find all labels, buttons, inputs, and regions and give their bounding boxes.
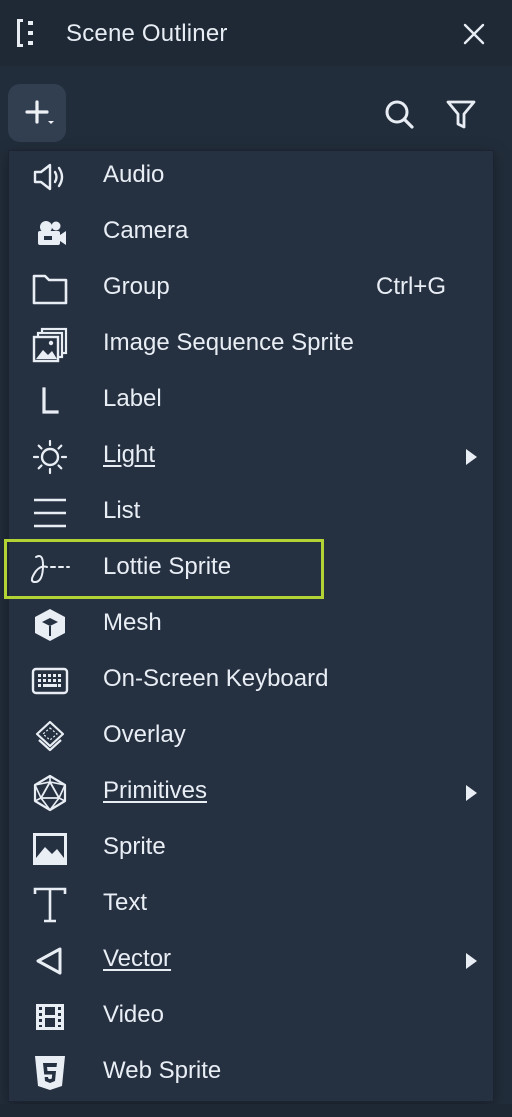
picture-icon [30, 831, 70, 867]
menu-item-label: List [103, 497, 141, 524]
search-icon [385, 100, 414, 129]
menu-item-label: Overlay [103, 721, 186, 748]
menu-item-label: Image Sequence Sprite [103, 329, 354, 356]
menu-item-lottie-sprite[interactable]: Lottie Sprite [8, 541, 492, 597]
menu-item-text[interactable]: Text [8, 877, 492, 933]
menu-item-label: Mesh [103, 609, 162, 636]
list-icon [30, 495, 70, 531]
submenu-arrow-icon [464, 952, 478, 970]
menu-item-primitives[interactable]: Primitives [8, 765, 492, 821]
camera-icon [30, 215, 70, 251]
cube-icon [30, 607, 70, 643]
panel-footer [0, 1104, 512, 1117]
menu-item-label: Web Sprite [103, 1057, 222, 1084]
menu-item-on-screen-keyboard[interactable]: On-Screen Keyboard [8, 653, 492, 709]
text-icon [30, 887, 70, 923]
menu-item-label: Sprite [103, 833, 166, 860]
overlay-icon [30, 719, 70, 755]
folder-icon [30, 271, 70, 307]
menu-item-label: Group [103, 273, 170, 300]
submenu-arrow-icon [464, 448, 478, 466]
vector-icon [30, 943, 70, 979]
menu-item-audio[interactable]: Audio [8, 149, 492, 205]
menu-item-label: Vector [103, 945, 172, 972]
light-bulb-icon [30, 439, 70, 475]
menu-item-list[interactable]: List [8, 485, 492, 541]
menu-item-overlay[interactable]: Overlay [8, 709, 492, 765]
menu-item-label: Lottie Sprite [103, 553, 232, 580]
menu-item-label: Text [103, 889, 148, 916]
film-icon [30, 999, 70, 1035]
menu-item-video[interactable]: Video [8, 989, 492, 1045]
menu-item-camera[interactable]: Camera [8, 205, 492, 261]
image-sequence-icon [30, 327, 70, 363]
panel-title: Scene Outliner [66, 20, 228, 47]
menu-item-label: Label [103, 385, 162, 412]
menu-item-group[interactable]: Group Ctrl+G [8, 261, 492, 317]
label-icon [30, 383, 70, 419]
menu-item-label: Light [103, 441, 156, 468]
menu-item-label: Camera [103, 217, 189, 244]
menu-item-sprite[interactable]: Sprite [8, 821, 492, 877]
menu-item-label: Video [103, 1001, 164, 1028]
keyboard-icon [30, 663, 70, 699]
html5-icon [30, 1055, 70, 1091]
menu-item-web-sprite[interactable]: Web Sprite [8, 1045, 492, 1101]
menu-item-label: Primitives [103, 777, 208, 804]
polyhedron-icon [30, 774, 70, 812]
filter-icon [446, 100, 476, 129]
title-bar: Scene Outliner [0, 0, 512, 67]
menu-item-light[interactable]: Light [8, 429, 492, 485]
filter-button[interactable] [443, 96, 479, 132]
menu-item-label: On-Screen Keyboard [103, 665, 329, 692]
menu-item-vector[interactable]: Vector [8, 933, 492, 989]
submenu-arrow-icon [464, 784, 478, 802]
menu-item-mesh[interactable]: Mesh [8, 597, 492, 653]
toolbar [0, 66, 512, 158]
scene-outliner-panel: Scene Outliner Audio Camera Group Ctrl+G… [0, 0, 512, 1117]
speaker-icon [30, 159, 70, 195]
close-icon[interactable] [458, 18, 490, 50]
menu-item-label: Audio [103, 161, 165, 188]
menu-item-label[interactable]: Label [8, 373, 492, 429]
shortcut-text: Ctrl+G [375, 273, 446, 300]
drag-handle-icon[interactable] [16, 17, 38, 49]
lottie-icon [30, 551, 70, 587]
add-dropdown-button[interactable] [8, 84, 66, 142]
search-button[interactable] [381, 96, 417, 132]
menu-item-image-sequence-sprite[interactable]: Image Sequence Sprite [8, 317, 492, 373]
add-dropdown-icon [25, 100, 54, 124]
